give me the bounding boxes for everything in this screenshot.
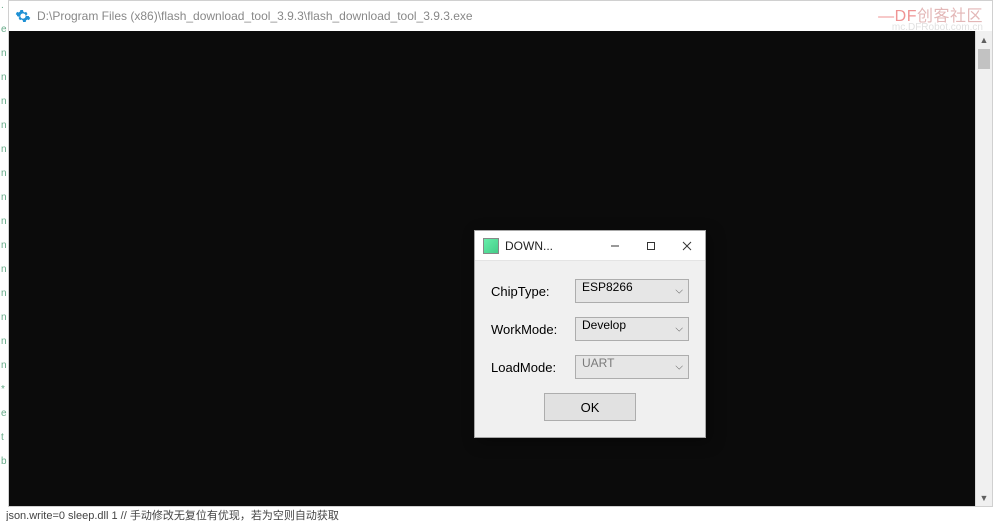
loadmode-value: UART <box>575 355 689 379</box>
console-titlebar[interactable]: D:\Program Files (x86)\flash_download_to… <box>9 1 992 31</box>
close-button[interactable] <box>669 231 705 260</box>
chiptype-select[interactable]: ESP8266 ⌵ <box>575 279 689 303</box>
scroll-up-arrow-icon[interactable]: ▲ <box>976 31 992 48</box>
workmode-label: WorkMode: <box>491 322 575 337</box>
dialog-body: ChipType: ESP8266 ⌵ WorkMode: Develop ⌵ … <box>475 261 705 437</box>
vertical-scrollbar[interactable]: ▲ ▼ <box>975 31 992 506</box>
loadmode-select: UART ⌵ <box>575 355 689 379</box>
workmode-select[interactable]: Develop ⌵ <box>575 317 689 341</box>
loadmode-label: LoadMode: <box>491 360 575 375</box>
maximize-button[interactable] <box>633 231 669 260</box>
scrollbar-thumb[interactable] <box>978 49 990 69</box>
dialog-title: DOWN... <box>505 239 597 253</box>
workmode-value: Develop <box>575 317 689 341</box>
gear-icon <box>15 8 31 24</box>
chiptype-label: ChipType: <box>491 284 575 299</box>
scroll-down-arrow-icon[interactable]: ▼ <box>976 489 992 506</box>
config-dialog: DOWN... ChipType: ESP8266 ⌵ WorkMode: De… <box>474 230 706 438</box>
app-icon <box>483 238 499 254</box>
ok-button[interactable]: OK <box>544 393 636 421</box>
minimize-button[interactable] <box>597 231 633 260</box>
console-title: D:\Program Files (x86)\flash_download_to… <box>37 9 473 23</box>
watermark-sub: mc.DFRobot.com.cn <box>892 22 983 33</box>
dialog-titlebar[interactable]: DOWN... <box>475 231 705 261</box>
editor-gutter: .ennnnnnnnnnnnnn*etb <box>0 0 8 519</box>
chiptype-value: ESP8266 <box>575 279 689 303</box>
